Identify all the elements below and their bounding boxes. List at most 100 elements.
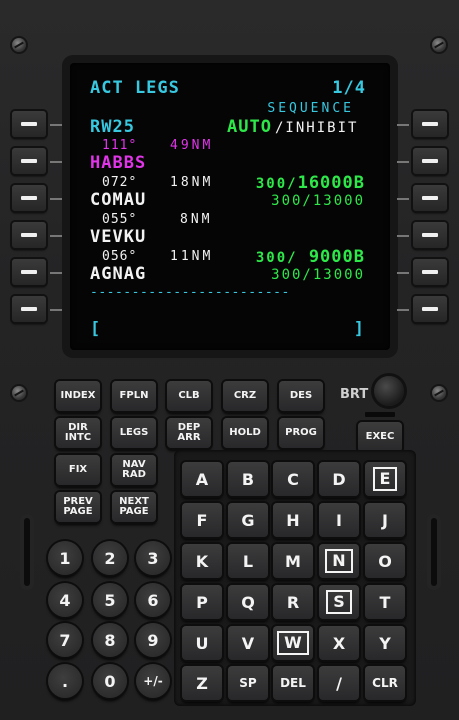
- key-1[interactable]: 1: [48, 541, 82, 575]
- key-g[interactable]: G: [228, 503, 268, 537]
- screw-icon: [12, 38, 26, 52]
- key-u[interactable]: U: [182, 626, 222, 660]
- key-decimal[interactable]: .: [48, 664, 82, 698]
- runway-label: RW25: [90, 117, 135, 137]
- key-del[interactable]: DEL: [273, 666, 313, 700]
- key-y[interactable]: Y: [365, 626, 405, 660]
- lsk-6r[interactable]: [413, 296, 447, 322]
- page-number: 1/4: [332, 78, 366, 98]
- hold-key[interactable]: HOLD: [223, 418, 267, 448]
- key-slash[interactable]: /: [319, 666, 359, 700]
- lsk-tick: [50, 161, 62, 163]
- leg-course: 056°: [102, 249, 138, 264]
- key-7[interactable]: 7: [48, 623, 82, 657]
- crz-key[interactable]: CRZ: [223, 381, 267, 411]
- sequence-label: SEQUENCE: [267, 101, 354, 116]
- leg-distance: 11NM: [170, 249, 214, 264]
- leg-course: 072°: [102, 175, 138, 190]
- lsk-3r[interactable]: [413, 185, 447, 211]
- key-2[interactable]: 2: [93, 541, 127, 575]
- lsk-tick: [50, 198, 62, 200]
- screw-icon: [12, 386, 26, 400]
- key-m[interactable]: M: [273, 544, 313, 578]
- key-v[interactable]: V: [228, 626, 268, 660]
- key-b[interactable]: B: [228, 462, 268, 496]
- key-6[interactable]: 6: [136, 583, 170, 617]
- index-key[interactable]: INDEX: [56, 381, 100, 411]
- des-key[interactable]: DES: [279, 381, 323, 411]
- key-plus-minus[interactable]: +/-: [136, 664, 170, 698]
- prev-page-key[interactable]: PREV PAGE: [56, 492, 100, 522]
- lsk-6l[interactable]: [12, 296, 46, 322]
- lsk-tick: [397, 198, 409, 200]
- lsk-tick: [50, 235, 62, 237]
- lsk-1l[interactable]: [12, 111, 46, 137]
- lsk-2l[interactable]: [12, 148, 46, 174]
- lsk-2r[interactable]: [413, 148, 447, 174]
- key-t[interactable]: T: [365, 585, 405, 619]
- key-l[interactable]: L: [228, 544, 268, 578]
- key-4[interactable]: 4: [48, 583, 82, 617]
- legs-key[interactable]: LEGS: [112, 418, 156, 448]
- scratchpad-close: ]: [353, 319, 365, 339]
- lsk-4r[interactable]: [413, 222, 447, 248]
- leg-course: 055°: [102, 212, 138, 227]
- key-i[interactable]: I: [319, 503, 359, 537]
- lsk-5r[interactable]: [413, 259, 447, 285]
- key-z[interactable]: Z: [182, 666, 222, 700]
- key-w[interactable]: W: [273, 626, 313, 660]
- leg-constraint: 300/13000: [271, 193, 365, 209]
- lsk-tick: [50, 272, 62, 274]
- key-c[interactable]: C: [273, 462, 313, 496]
- key-n[interactable]: N: [319, 544, 359, 578]
- dir-intc-key[interactable]: DIR INTC: [56, 418, 100, 448]
- fpln-key[interactable]: FPLN: [112, 381, 156, 411]
- key-8[interactable]: 8: [93, 623, 127, 657]
- cdu-bezel: ACT LEGS 1/4 SEQUENCE RW25 AUTO /INHIBIT…: [0, 0, 459, 720]
- key-f[interactable]: F: [182, 503, 222, 537]
- key-e[interactable]: E: [365, 462, 405, 496]
- key-k[interactable]: K: [182, 544, 222, 578]
- leg-waypoint: AGNAG: [90, 264, 147, 284]
- fix-key[interactable]: FIX: [56, 455, 100, 485]
- key-q[interactable]: Q: [228, 585, 268, 619]
- key-0[interactable]: 0: [93, 664, 127, 698]
- leg-distance: 49NM: [170, 138, 214, 153]
- leg-distance: 18NM: [170, 175, 214, 190]
- key-h[interactable]: H: [273, 503, 313, 537]
- key-d[interactable]: D: [319, 462, 359, 496]
- brightness-knob[interactable]: [374, 376, 404, 406]
- scratchpad-open: [: [90, 319, 102, 339]
- lsk-tick: [50, 124, 62, 126]
- leg-altitude: 9000B: [297, 247, 365, 267]
- leg-waypoint: HABBS: [90, 153, 147, 173]
- leg-course: 111°: [102, 138, 138, 153]
- next-page-key[interactable]: NEXT PAGE: [112, 492, 156, 522]
- lsk-5l[interactable]: [12, 259, 46, 285]
- key-9[interactable]: 9: [136, 623, 170, 657]
- lsk-1r[interactable]: [413, 111, 447, 137]
- prog-key[interactable]: PROG: [279, 418, 323, 448]
- dep-arr-key[interactable]: DEP ARR: [167, 418, 211, 448]
- lsk-3l[interactable]: [12, 185, 46, 211]
- key-r[interactable]: R: [273, 585, 313, 619]
- key-o[interactable]: O: [365, 544, 405, 578]
- clb-key[interactable]: CLB: [167, 381, 211, 411]
- lsk-tick: [50, 309, 62, 311]
- key-clr[interactable]: CLR: [365, 666, 405, 700]
- nav-rad-key[interactable]: NAV RAD: [112, 455, 156, 485]
- separator-line: ------------------------: [90, 285, 290, 300]
- cdu-display: ACT LEGS 1/4 SEQUENCE RW25 AUTO /INHIBIT…: [70, 63, 390, 350]
- key-a[interactable]: A: [182, 462, 222, 496]
- key-sp[interactable]: SP: [228, 666, 268, 700]
- sequence-inhibit: /INHIBIT: [275, 120, 359, 136]
- key-j[interactable]: J: [365, 503, 405, 537]
- key-x[interactable]: X: [319, 626, 359, 660]
- exec-key[interactable]: EXEC: [358, 422, 402, 452]
- key-p[interactable]: P: [182, 585, 222, 619]
- key-3[interactable]: 3: [136, 541, 170, 575]
- exec-annunciator: [365, 412, 395, 417]
- key-s[interactable]: S: [319, 585, 359, 619]
- key-5[interactable]: 5: [93, 583, 127, 617]
- lsk-4l[interactable]: [12, 222, 46, 248]
